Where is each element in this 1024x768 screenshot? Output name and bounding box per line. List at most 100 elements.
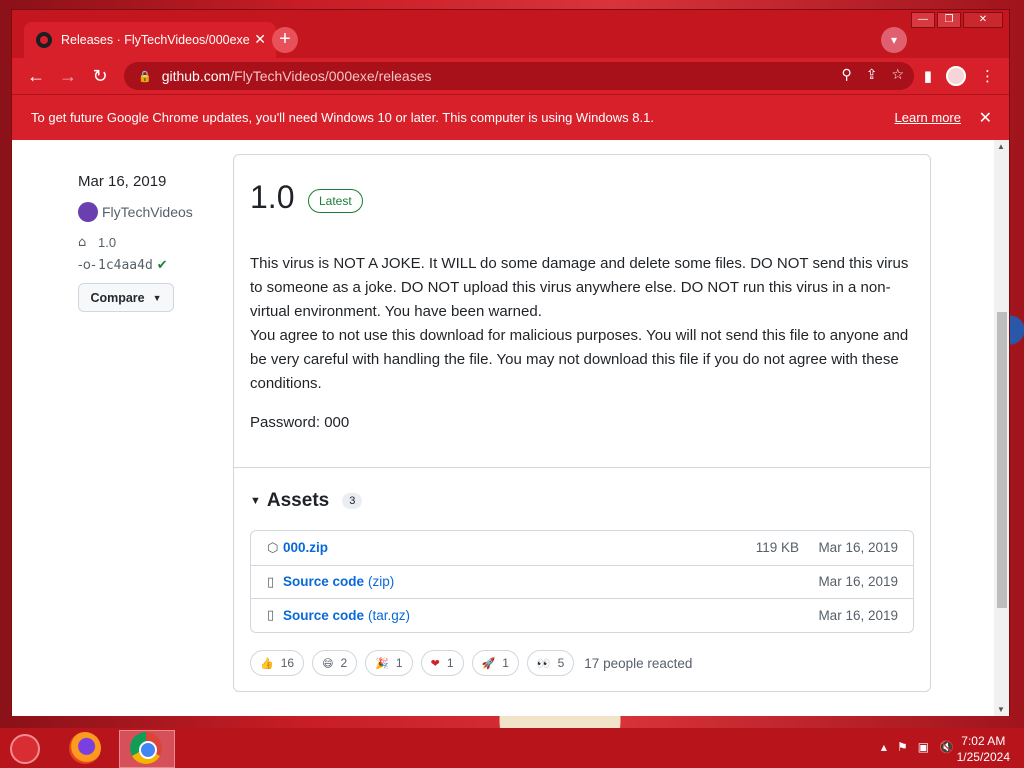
forward-icon[interactable]: →	[52, 66, 84, 87]
asset-ext[interactable]: (tar.gz)	[368, 608, 410, 623]
asset-link[interactable]: 000.zip	[283, 540, 328, 555]
release-password: Password: 000	[250, 414, 350, 431]
reaction-thumbs-up[interactable]: 👍 16	[250, 650, 305, 676]
url-path: /FlyTechVideos/000exe/releases	[230, 68, 432, 84]
action-center-flag-icon[interactable]: ⚑	[897, 740, 908, 754]
reaction-count: 2	[340, 656, 348, 670]
latest-badge: Latest	[308, 189, 363, 213]
side-panel-icon[interactable]: ▮	[924, 67, 932, 85]
heart-icon: ❤	[430, 657, 440, 670]
reactions-summary: 17 people reacted	[584, 655, 693, 671]
release-commit[interactable]: -o- 1c4aa4d ✔	[78, 258, 168, 273]
asset-date: Mar 16, 2019	[818, 574, 898, 590]
url-text: github.com/FlyTechVideos/000exe/releases	[162, 68, 432, 84]
asset-row: ▯ Source code (zip) Mar 16, 2019	[251, 564, 913, 599]
assets-toggle[interactable]: ▼ Assets 3	[250, 490, 363, 512]
address-bar[interactable]: 🔒 github.com/FlyTechVideos/000exe/releas…	[124, 62, 914, 90]
assets-count: 3	[342, 493, 363, 509]
release-date: Mar 16, 2019	[78, 173, 167, 190]
vertical-scrollbar[interactable]: ▲ ▼	[994, 140, 1009, 716]
share-icon[interactable]: ⇪	[866, 66, 878, 83]
learn-more-link[interactable]: Learn more	[895, 110, 961, 125]
eyes-icon: 👀	[536, 657, 551, 670]
reaction-laugh[interactable]: 😄 2	[312, 650, 358, 676]
url-domain: github.com	[161, 68, 231, 84]
asset-link[interactable]: Source code	[283, 608, 364, 623]
release-notes: This virus is NOT A JOKE. It WILL do som…	[250, 255, 909, 392]
reload-icon[interactable]: ↻	[84, 66, 116, 87]
asset-row: ▯ Source code (tar.gz) Mar 16, 2019	[251, 598, 913, 632]
thumbs-up-icon: 👍	[260, 657, 274, 670]
infobar-close-icon[interactable]: ✕	[979, 108, 992, 128]
new-tab-button[interactable]: +	[272, 27, 298, 53]
file-zip-icon: ▯	[267, 607, 275, 623]
menu-kebab-icon[interactable]: ⋮	[980, 67, 995, 85]
clock-time: 7:02 AM	[961, 734, 1006, 748]
triangle-down-icon: ▼	[250, 495, 261, 507]
reaction-count: 1	[446, 656, 454, 670]
asset-size: 119 KB	[755, 540, 799, 556]
reaction-eyes[interactable]: 👀 5	[526, 650, 575, 676]
asset-date: Mar 16, 2019	[818, 540, 898, 556]
author-name: FlyTechVideos	[102, 204, 193, 220]
compare-label: Compare	[90, 290, 145, 305]
start-button[interactable]	[10, 734, 40, 764]
tag-label: 1.0	[98, 235, 117, 250]
zoom-search-icon[interactable]: ⚲	[841, 66, 851, 83]
tray-expand-icon[interactable]: ▴	[881, 740, 887, 754]
file-zip-icon: ▯	[267, 573, 275, 589]
reaction-count: 5	[557, 656, 565, 670]
tab-search-icon[interactable]: ▾	[881, 27, 907, 53]
release-tag[interactable]: ⌂ 1.0	[78, 235, 116, 250]
browser-toolbar: ← → ↻ 🔒 github.com/FlyTechVideos/000exe/…	[12, 58, 1009, 94]
toolbar-right: ▮ ⋮	[924, 66, 995, 86]
rocket-icon: 🚀	[481, 657, 496, 670]
reaction-count: 16	[280, 656, 295, 670]
lock-icon: 🔒	[138, 70, 152, 83]
chrome-icon[interactable]	[130, 732, 162, 764]
commit-sha: 1c4aa4d	[98, 258, 153, 273]
reaction-rocket[interactable]: 🚀 1	[471, 650, 519, 676]
window-close-button[interactable]: ✕	[963, 12, 1003, 28]
window-controls: — ❐ ✕	[911, 12, 1003, 28]
compare-button[interactable]: Compare ▼	[78, 283, 174, 312]
commit-icon: -o-	[78, 258, 96, 273]
clock-date: 1/25/2024	[956, 750, 1010, 764]
verified-check-icon: ✔	[156, 258, 168, 273]
update-infobar: To get future Google Chrome updates, you…	[12, 94, 1009, 140]
reaction-count: 1	[395, 656, 403, 670]
github-icon	[36, 32, 52, 48]
bookmark-star-icon[interactable]: ☆	[891, 66, 904, 83]
firefox-icon[interactable]	[69, 732, 101, 764]
reactions-bar: 👍 16 😄 2 🎉 1 ❤ 1 🚀 1 👀 5 17 people react…	[250, 650, 692, 676]
asset-ext[interactable]: (zip)	[368, 574, 394, 589]
minimize-button[interactable]: —	[911, 12, 935, 28]
scrollbar-thumb[interactable]	[997, 312, 1007, 608]
taskbar: ▴ ⚑ ▣ 🔇 7:02 AM 1/25/2024	[0, 728, 1024, 768]
infobar-message: To get future Google Chrome updates, you…	[31, 110, 654, 125]
asset-link[interactable]: Source code	[283, 574, 364, 589]
tab-releases[interactable]: Releases · FlyTechVideos/000exe ✕	[24, 22, 276, 58]
release-author[interactable]: FlyTechVideos	[78, 202, 193, 222]
profile-avatar-icon[interactable]	[946, 66, 966, 86]
system-tray: ▴ ⚑ ▣ 🔇	[881, 740, 954, 754]
assets-title: Assets	[266, 490, 330, 511]
scroll-up-icon[interactable]: ▲	[997, 142, 1005, 151]
network-icon[interactable]: ▣	[918, 740, 929, 754]
restore-button[interactable]: ❐	[937, 12, 961, 28]
package-icon: ⬡	[267, 539, 279, 555]
card-divider	[234, 467, 930, 468]
reaction-hooray[interactable]: 🎉 1	[365, 650, 413, 676]
volume-muted-icon[interactable]: 🔇	[939, 740, 954, 754]
release-card: 1.0 Latest This virus is NOT A JOKE. It …	[233, 154, 931, 692]
reaction-heart[interactable]: ❤ 1	[420, 650, 464, 676]
taskbar-clock[interactable]: 7:02 AM 1/25/2024	[957, 733, 1010, 765]
laugh-icon: 😄	[322, 657, 334, 670]
scroll-down-icon[interactable]: ▼	[997, 705, 1005, 714]
tab-close-icon[interactable]: ✕	[254, 31, 266, 47]
back-icon[interactable]: ←	[20, 66, 52, 87]
browser-titlebar: Releases · FlyTechVideos/000exe ✕ + ▾ — …	[12, 10, 1009, 58]
release-version[interactable]: 1.0	[250, 179, 294, 216]
hooray-icon: 🎉	[375, 657, 389, 670]
omnibox-actions: ⚲ ⇪ ☆	[841, 66, 904, 83]
